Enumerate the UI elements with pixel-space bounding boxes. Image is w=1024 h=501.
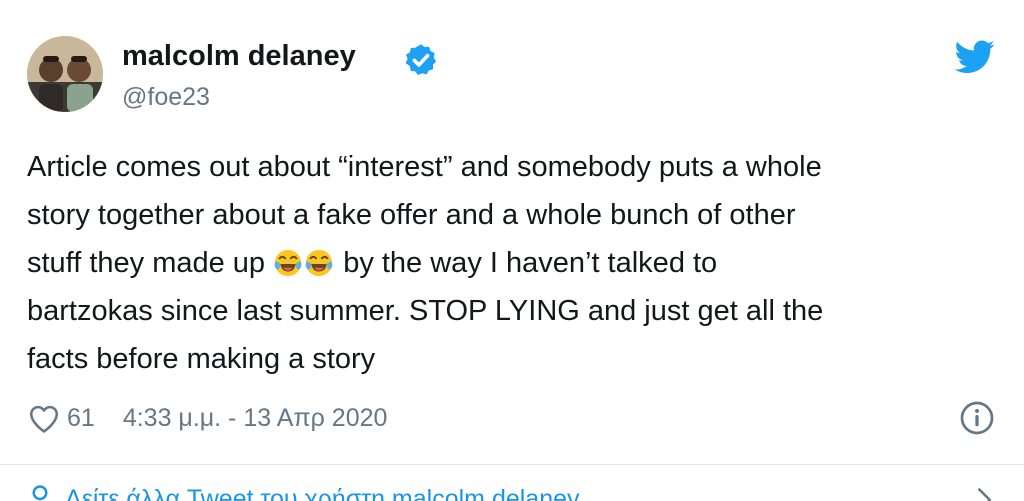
twitter-bird-icon[interactable] <box>955 40 995 74</box>
author-handle[interactable]: @foe23 <box>122 83 210 112</box>
heart-icon[interactable] <box>27 402 61 434</box>
tweet-line: facts before making a story <box>27 343 376 375</box>
person-icon <box>32 485 48 501</box>
tweet-line: Article comes out about “interest” and s… <box>27 151 822 183</box>
author-name[interactable]: malcolm delaney <box>122 40 356 73</box>
tweet-meta: 61 4:33 μ.μ. - 13 Απρ 2020 <box>27 400 387 436</box>
like-count[interactable]: 61 <box>67 404 95 433</box>
more-tweets-label[interactable]: Δείτε άλλα Tweet του χρήστη malcolm dela… <box>65 485 580 501</box>
tweet-line: story together about a fake offer and a … <box>27 199 796 231</box>
tweet-text-segment: stuff they made up <box>27 247 266 279</box>
chevron-right-icon[interactable] <box>972 486 996 501</box>
info-icon[interactable] <box>959 400 995 436</box>
tweet-text-segment: by the way I haven’t talked to <box>343 247 718 279</box>
tweet-timestamp[interactable]: 4:33 μ.μ. - 13 Απρ 2020 <box>123 404 388 433</box>
more-tweets-link[interactable]: Δείτε άλλα Tweet του χρήστη malcolm dela… <box>27 484 580 501</box>
verified-badge-icon <box>405 44 437 75</box>
tweet-line: stuff they made up by the way I haven’t … <box>27 239 987 287</box>
divider <box>0 464 1024 465</box>
avatar[interactable] <box>27 36 103 112</box>
embedded-tweet: malcolm delaney @foe23 Article comes out… <box>0 0 1024 501</box>
face-with-tears-of-joy-icon <box>305 249 333 277</box>
tweet-line: bartzokas since last summer. STOP LYING … <box>27 295 824 327</box>
face-with-tears-of-joy-icon <box>274 249 302 277</box>
tweet-text: Article comes out about “interest” and s… <box>27 143 987 383</box>
avatar-photo <box>27 36 103 112</box>
